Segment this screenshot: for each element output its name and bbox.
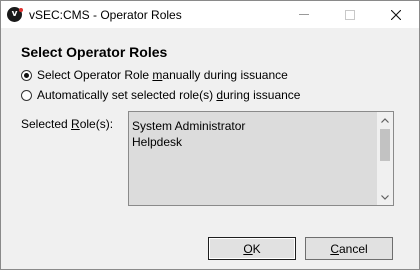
chevron-down-icon — [381, 194, 389, 200]
close-icon — [391, 9, 401, 20]
scrollbar-thumb[interactable] — [380, 129, 390, 161]
roles-listbox[interactable]: System Administrator Helpdesk — [128, 111, 394, 206]
app-logo-letter: v — [11, 9, 18, 19]
chevron-up-icon — [381, 117, 389, 123]
cancel-rest: ancel — [338, 241, 368, 256]
cancel-button[interactable]: Cancel — [305, 237, 393, 260]
radio-button-auto[interactable] — [21, 89, 32, 101]
ok-button[interactable]: OK — [208, 237, 296, 260]
ok-accel: O — [243, 241, 253, 256]
page-title: Select Operator Roles — [21, 44, 168, 60]
ok-rest: K — [252, 241, 261, 256]
roles-list: System Administrator Helpdesk — [132, 118, 245, 150]
cancel-accel: C — [330, 241, 339, 256]
radio-auto-role[interactable]: Automatically set selected role(s) durin… — [21, 87, 300, 103]
close-button[interactable] — [373, 1, 419, 28]
dialog-window: v vSEC:CMS - Operator Roles Select Opera… — [0, 0, 420, 270]
maximize-button[interactable] — [327, 1, 373, 28]
maximize-icon — [345, 9, 355, 20]
radio-button-manual[interactable] — [21, 69, 32, 81]
radio-manual-role[interactable]: Select Operator Role manually during iss… — [21, 67, 288, 83]
minimize-button[interactable] — [281, 1, 327, 28]
minimize-icon — [299, 14, 309, 15]
list-item[interactable]: System Administrator — [132, 118, 245, 134]
radio-auto-label[interactable]: Automatically set selected role(s) durin… — [37, 88, 300, 102]
window-title: vSEC:CMS - Operator Roles — [29, 8, 182, 22]
vertical-scrollbar[interactable] — [377, 112, 393, 205]
scroll-up-button[interactable] — [377, 112, 393, 128]
title-bar[interactable]: v vSEC:CMS - Operator Roles — [1, 1, 419, 28]
list-item[interactable]: Helpdesk — [132, 134, 245, 150]
app-logo-icon[interactable]: v — [7, 7, 23, 22]
scroll-down-button[interactable] — [377, 189, 393, 205]
radio-manual-label[interactable]: Select Operator Role manually during iss… — [37, 68, 288, 82]
selected-roles-label: Selected Role(s): — [21, 117, 114, 131]
